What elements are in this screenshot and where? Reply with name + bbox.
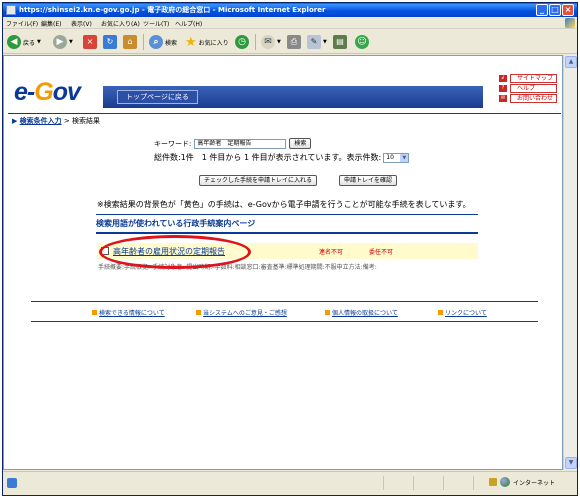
chevron-down-icon: ▼ — [37, 39, 41, 45]
search-button[interactable]: ⌕ 検索 — [149, 34, 177, 50]
site-header: e-Gov トップページに戻る ↲ サイトマップ ? ヘルプ ✉ お問い合わせ — [8, 74, 561, 112]
maximize-button[interactable]: □ — [549, 4, 561, 16]
menu-edit[interactable]: 編集(E) — [41, 19, 61, 28]
zone-label: インターネット — [513, 479, 556, 487]
home-button[interactable]: ⌂ — [123, 34, 137, 50]
home-icon: ⌂ — [123, 35, 137, 49]
breadcrumb-separator: > — [63, 117, 70, 125]
menu-tools[interactable]: ツール(T) — [143, 19, 169, 28]
close-button[interactable]: × — [562, 4, 574, 16]
footer-divider-bottom — [31, 321, 538, 322]
back-button[interactable]: ◀ 戻る ▼ — [7, 34, 41, 50]
messenger-button[interactable]: ☺ — [355, 34, 369, 50]
stop-button[interactable]: × — [83, 34, 97, 50]
refresh-icon: ↻ — [103, 35, 117, 49]
add-to-tray-button[interactable]: チェックした手続を申請トレイに入れる — [199, 175, 318, 186]
discuss-button[interactable]: ▤ — [333, 34, 347, 50]
lock-icon — [489, 478, 497, 486]
menu-file[interactable]: ファイル(F) — [6, 19, 38, 28]
forward-arrow-icon: ▶ — [53, 35, 67, 49]
history-button[interactable]: ◷ — [235, 34, 249, 50]
scroll-down-icon[interactable]: ▼ — [565, 457, 577, 469]
footer-divider-top — [31, 301, 538, 302]
globe-icon — [500, 477, 510, 487]
history-icon: ◷ — [235, 35, 249, 49]
refresh-button[interactable]: ↻ — [103, 34, 117, 50]
stop-icon: × — [83, 35, 97, 49]
section-title: 検索用語が使われている行政手続案内ページ — [96, 214, 478, 234]
title-bar: https://shinsei2.kn.e-gov.go.jp - 電子政府の総… — [3, 3, 577, 17]
breadcrumb: ▶ 検索条件入力 > 検索結果 — [12, 116, 100, 126]
footer-link-privacy[interactable]: 個人情報の取扱について — [325, 308, 398, 317]
view-tray-button[interactable]: 申請トレイを確認 — [339, 175, 398, 186]
ie-icon — [6, 5, 16, 15]
keyword-row: キーワード: 高年齢者 定期報告 検索 — [154, 138, 312, 149]
breadcrumb-current: 検索結果 — [71, 117, 100, 125]
security-zone: インターネット — [489, 477, 555, 487]
toolbar: ◀ 戻る ▼ ▶ ▼ × ↻ ⌂ ⌕ 検索 ★ お気に入り ◷ ✉ ▼ ⎙ ✎ … — [3, 30, 577, 54]
mail-icon: ✉ — [261, 35, 275, 49]
status-bar: インターネット — [3, 471, 577, 495]
egov-logo[interactable]: e-Gov — [14, 78, 81, 107]
discuss-icon: ▤ — [333, 35, 347, 49]
btn-row-right: 申請トレイを確認 — [339, 175, 398, 186]
browser-window: https://shinsei2.kn.e-gov.go.jp - 電子政府の総… — [2, 2, 578, 496]
header-divider — [8, 113, 561, 114]
keyword-label: キーワード: — [154, 139, 192, 148]
help-link[interactable]: ? ヘルプ — [499, 84, 557, 93]
menu-bar: ファイル(F) 編集(E) 表示(V) お気に入り(A) ツール(T) ヘルプ(… — [3, 17, 577, 29]
chevron-down-icon: ▼ — [277, 39, 281, 45]
mail-button[interactable]: ✉ ▼ — [261, 34, 281, 50]
menu-help[interactable]: ヘルプ(H) — [175, 19, 202, 28]
triangle-icon: ▶ — [12, 117, 18, 125]
btn-row-left: チェックした手続を申請トレイに入れる — [199, 175, 318, 186]
print-icon: ⎙ — [287, 35, 301, 49]
window-title: https://shinsei2.kn.e-gov.go.jp - 電子政府の総… — [19, 6, 326, 14]
chevron-down-icon: ▼ — [323, 39, 327, 45]
messenger-icon: ☺ — [355, 35, 369, 49]
total-count-text: 総件数:1件 1 件目から 1 件目が表示されています。表示件数: — [154, 153, 382, 162]
back-to-top-button[interactable]: トップページに戻る — [117, 90, 198, 104]
breadcrumb-link-search-input[interactable]: 検索条件入力 — [20, 117, 62, 125]
page-done-icon — [7, 478, 17, 488]
background-color-note: ※検索結果の背景色が「黄色」の手続は、e-Govから電子申請を行うことが可能な手… — [97, 200, 471, 209]
vertical-scrollbar[interactable]: ▲ ▼ — [563, 55, 577, 470]
question-icon: ? — [499, 85, 507, 92]
sitemap-link[interactable]: ↲ サイトマップ — [499, 74, 557, 83]
side-links: ↲ サイトマップ ? ヘルプ ✉ お問い合わせ — [499, 74, 557, 104]
delegation-flag: 委任不可 — [369, 249, 394, 256]
chevron-down-icon: ▼ — [69, 39, 73, 45]
footer-link-info[interactable]: 検索できる情報について — [92, 308, 165, 317]
back-arrow-icon: ◀ — [7, 35, 21, 49]
forward-button[interactable]: ▶ ▼ — [53, 34, 73, 50]
search-submit-button[interactable]: 検索 — [289, 138, 312, 149]
edit-button[interactable]: ✎ ▼ — [307, 34, 327, 50]
windows-logo-icon — [565, 18, 575, 28]
menu-favorites[interactable]: お気に入り(A) — [101, 19, 140, 28]
contact-link[interactable]: ✉ お問い合わせ — [499, 94, 557, 103]
print-button[interactable]: ⎙ — [287, 34, 301, 50]
return-arrow-icon: ↲ — [499, 75, 507, 82]
header-band: トップページに戻る — [103, 86, 483, 108]
edit-icon: ✎ — [307, 35, 321, 49]
result-count-row: 総件数:1件 1 件目から 1 件目が表示されています。表示件数: 10 ▼ — [154, 152, 410, 163]
joint-flag: 連名不可 — [319, 249, 344, 256]
footer-link-links[interactable]: リンクについて — [438, 308, 487, 317]
envelope-icon: ✉ — [499, 95, 507, 102]
footer-link-feedback[interactable]: 当システムへのご意見・ご感想 — [196, 308, 287, 317]
minimize-button[interactable]: _ — [536, 4, 548, 16]
menu-view[interactable]: 表示(V) — [71, 19, 92, 28]
scroll-up-icon[interactable]: ▲ — [565, 56, 577, 68]
favorites-button[interactable]: ★ お気に入り — [185, 34, 229, 50]
star-icon: ★ — [185, 34, 197, 50]
search-label: 検索 — [165, 39, 178, 47]
highlight-annotation — [99, 235, 251, 269]
keyword-input[interactable]: 高年齢者 定期報告 — [194, 138, 287, 149]
per-page-select[interactable]: 10 ▼ — [383, 152, 410, 163]
search-icon: ⌕ — [149, 35, 163, 49]
chevron-down-icon: ▼ — [400, 153, 409, 162]
favorites-label: お気に入り — [198, 39, 229, 47]
back-label: 戻る — [23, 39, 36, 47]
page-viewport: e-Gov トップページに戻る ↲ サイトマップ ? ヘルプ ✉ お問い合わせ — [3, 55, 563, 470]
